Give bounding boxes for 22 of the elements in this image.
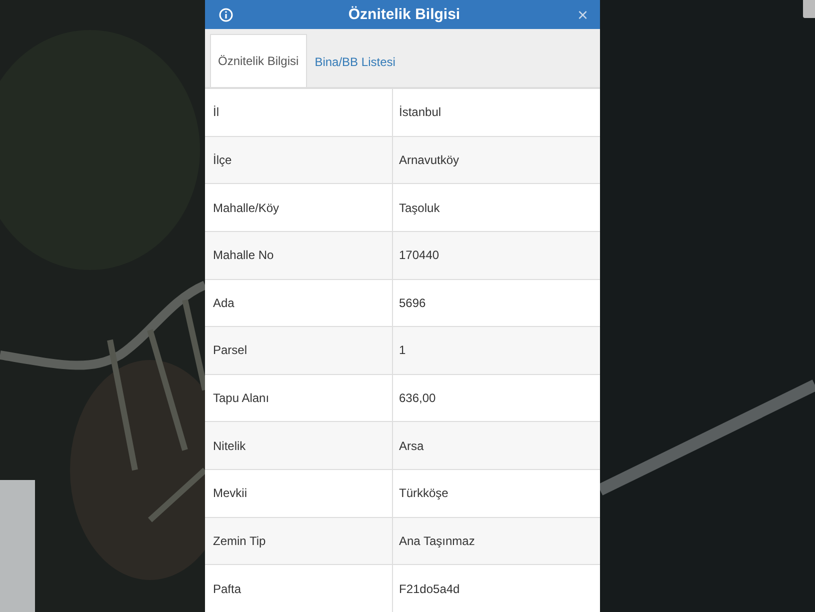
map-control-button[interactable]	[803, 0, 815, 18]
table-cell: Zemin Tip	[205, 516, 392, 564]
table-cell: Nitelik	[205, 421, 392, 470]
info-icon	[219, 8, 233, 22]
tab[interactable]: Öznitelik Bilgisi	[210, 34, 307, 87]
table-cell: 1	[392, 326, 600, 374]
table-cell: F21do5a4d	[392, 564, 600, 612]
close-button[interactable]: ×	[575, 6, 590, 24]
table-cell: 5696	[392, 278, 600, 326]
table-cell: 170440	[392, 230, 600, 279]
table-cell: Türkköşe	[392, 469, 600, 517]
table-cell: Taşoluk	[392, 183, 600, 231]
table-cell: Arnavutköy	[392, 136, 600, 184]
dialog-title: Öznitelik Bilgisi	[347, 6, 462, 23]
table-cell: Mahalle No	[205, 230, 392, 279]
table-cell: Parsel	[205, 326, 392, 374]
table-cell: İlçe	[205, 136, 392, 184]
table-cell: 636,00	[392, 374, 600, 422]
table-cell: İstanbul	[392, 88, 600, 136]
table-cell: Arsa	[392, 421, 600, 470]
table-cell: Ana Taşınmaz	[392, 516, 600, 564]
tab[interactable]: Bina/BB Listesi	[306, 35, 404, 87]
